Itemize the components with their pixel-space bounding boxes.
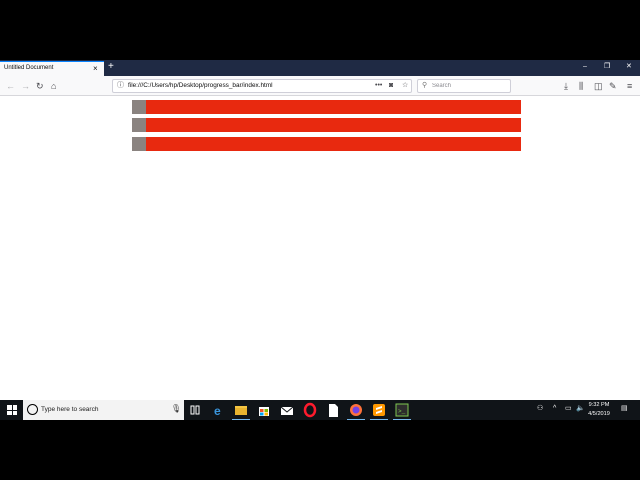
firefox-icon[interactable] [345,402,367,420]
maximize-icon[interactable]: ❐ [604,62,610,72]
pocket-icon[interactable]: ◙ [389,81,393,91]
mail-icon[interactable] [276,402,298,418]
svg-text:>_: >_ [398,408,406,415]
search-input[interactable] [432,81,508,91]
progress-bar [132,137,521,151]
browser-tab[interactable]: Untitled Document × [0,61,104,76]
store-icon[interactable] [253,402,275,418]
progress-bar [132,100,521,114]
info-icon[interactable]: ⓘ [117,81,124,91]
home-icon[interactable]: ⌂ [51,80,56,92]
progress-bar-fill [132,100,146,114]
url-bar[interactable]: ⓘ file:///C:/Users/hp/Desktop/progress_b… [112,79,412,93]
close-window-icon[interactable]: ✕ [626,62,632,72]
library-icon[interactable]: ⫼ [579,80,583,92]
sidebar-icon[interactable]: ◫ [594,80,603,92]
sublime-icon[interactable] [368,402,390,420]
taskbar-search-placeholder[interactable]: Type here to search [41,406,98,413]
microphone-icon[interactable]: 🎙 [171,404,181,414]
opera-icon[interactable] [299,402,321,418]
taskbar-search-box[interactable]: Type here to search 🎙 [23,400,184,420]
windows-taskbar: Type here to search 🎙 e >_ ⚇ ^ ▭ 🔈 9:32 … [0,400,640,420]
terminal-icon[interactable]: >_ [391,402,413,420]
clock-time: 9:32 PM [588,402,610,408]
progress-bar [132,118,521,132]
clock-date: 4/5/2019 [588,411,610,417]
system-clock[interactable]: 9:32 PM 4/5/2019 [584,401,614,419]
file-explorer-icon[interactable] [230,402,252,420]
reload-icon[interactable]: ↻ [36,80,44,92]
cortana-icon [27,404,38,415]
page-content [0,97,640,400]
tab-close-icon[interactable]: × [93,64,98,74]
svg-text:e: e [214,404,221,418]
progress-bar-fill [132,137,146,151]
search-icon: ⚲ [422,82,428,89]
hamburger-menu-icon[interactable]: ≡ [627,80,632,92]
star-icon[interactable]: ☆ [402,81,408,91]
notification-icon[interactable]: ▤ [621,404,628,414]
eyedropper-icon[interactable]: ✎ [609,80,617,92]
new-tab-button[interactable]: + [108,61,114,73]
edge-icon[interactable]: e [208,402,230,418]
windows-start-icon[interactable] [7,405,17,415]
tab-bar: Untitled Document × + – ❐ ✕ [0,60,640,76]
back-icon[interactable]: ← [6,80,15,92]
url-text[interactable]: file:///C:/Users/hp/Desktop/progress_bar… [128,82,273,89]
battery-icon[interactable]: ▭ [565,404,572,414]
navigation-bar: ← → ↻ ⌂ ⓘ file:///C:/Users/hp/Desktop/pr… [0,76,640,96]
forward-icon[interactable]: → [21,80,30,92]
file-icon[interactable] [322,402,344,418]
minimize-icon[interactable]: – [583,62,587,72]
tab-title: Untitled Document [4,65,54,71]
people-icon[interactable]: ⚇ [537,404,543,414]
search-bar[interactable]: ⚲ [417,79,511,93]
page-actions-icon[interactable]: ••• [375,81,382,91]
task-view-icon[interactable] [184,402,206,418]
download-icon[interactable]: ⤓ [564,80,568,92]
progress-bar-fill [132,118,146,132]
chevron-up-icon[interactable]: ^ [553,404,556,414]
screen: Untitled Document × + – ❐ ✕ ← → ↻ ⌂ ⓘ fi… [0,60,640,420]
